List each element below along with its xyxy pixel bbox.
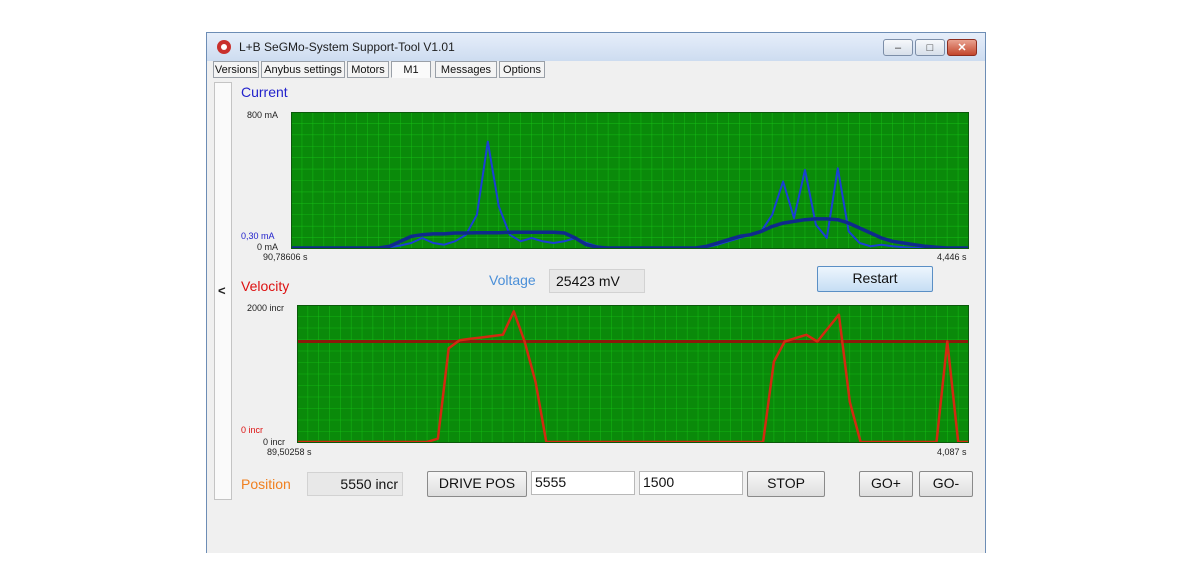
position-value: 5550 incr — [307, 472, 403, 496]
title-bar[interactable]: L+B SeGMo-System Support-Tool V1.01 – □ … — [207, 33, 985, 61]
go-minus-button[interactable]: GO- — [919, 471, 973, 497]
velocity-y-marker-label: 0 incr — [241, 425, 264, 435]
position-label: Position — [241, 476, 291, 492]
close-button[interactable]: ✕ — [947, 39, 977, 56]
tab-options[interactable]: Options — [499, 61, 545, 78]
voltage-value: 25423 mV — [549, 269, 645, 293]
stop-button[interactable]: STOP — [747, 471, 825, 497]
minimize-button[interactable]: – — [883, 39, 913, 56]
velocity-x-right-label: 4,087 s — [937, 447, 967, 457]
tab-motors[interactable]: Motors — [347, 61, 389, 78]
window-title: L+B SeGMo-System Support-Tool V1.01 — [239, 40, 455, 54]
velocity-chart-title: Velocity — [241, 278, 290, 294]
restart-button[interactable]: Restart — [817, 266, 933, 292]
velocity-chart — [297, 305, 969, 443]
current-chart — [291, 112, 969, 249]
current-y-max-label: 800 mA — [247, 110, 279, 120]
speed-input[interactable]: 1500 — [639, 471, 743, 495]
current-y-min-label: 0 mA — [257, 242, 279, 252]
app-window: L+B SeGMo-System Support-Tool V1.01 – □ … — [206, 32, 986, 553]
current-x-right-label: 4,446 s — [937, 252, 967, 262]
chevron-left-icon: < — [218, 283, 226, 298]
velocity-y-min-label: 0 incr — [263, 437, 286, 447]
app-logo-icon — [217, 40, 231, 54]
tab-anybus-settings[interactable]: Anybus settings — [261, 61, 345, 78]
velocity-x-left-label: 89,50258 s — [267, 447, 312, 457]
drive-pos-input[interactable]: 5555 — [531, 471, 635, 495]
status-strip — [207, 537, 985, 553]
tab-m1[interactable]: M1 — [391, 61, 431, 78]
voltage-label: Voltage — [489, 272, 536, 288]
tab-versions[interactable]: Versions — [213, 61, 259, 78]
drive-pos-button[interactable]: DRIVE POS — [427, 471, 527, 497]
go-plus-button[interactable]: GO+ — [859, 471, 913, 497]
tab-messages[interactable]: Messages — [435, 61, 497, 78]
current-y-marker-label: 0,30 mA — [241, 231, 275, 241]
current-x-left-label: 90,78606 s — [263, 252, 308, 262]
current-chart-title: Current — [241, 84, 288, 100]
collapse-panel-button[interactable]: < — [214, 82, 232, 500]
maximize-button[interactable]: □ — [915, 39, 945, 56]
velocity-y-max-label: 2000 incr — [247, 303, 285, 313]
